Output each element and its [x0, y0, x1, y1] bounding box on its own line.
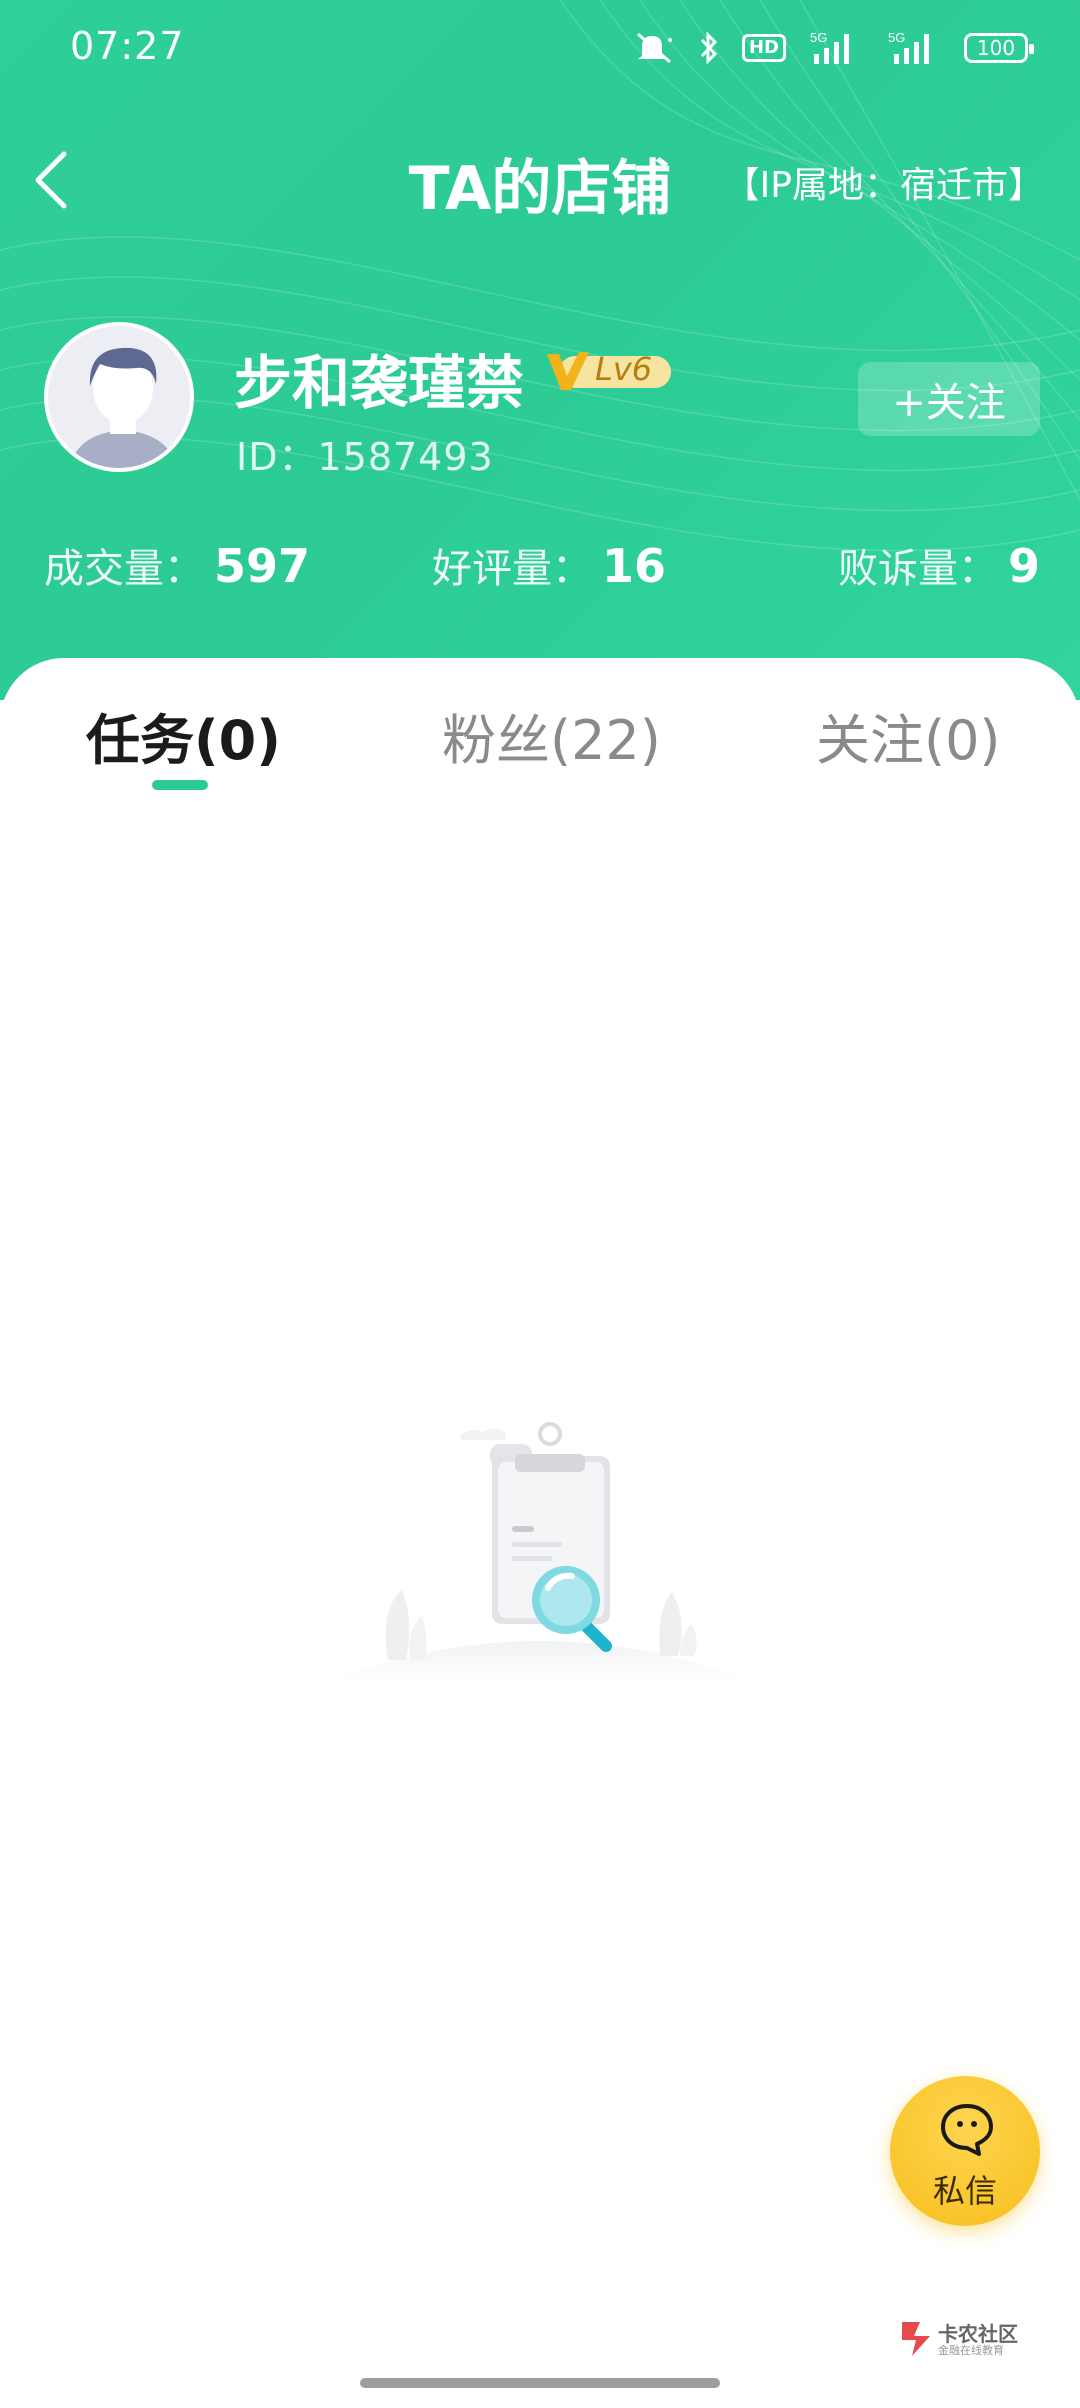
- user-id: ID：1587493: [236, 435, 494, 479]
- signal-5g-icon-2: 5G: [882, 30, 942, 66]
- follow-button[interactable]: +关注: [858, 362, 1040, 436]
- avatar[interactable]: [44, 322, 194, 472]
- level-label: Lv6: [595, 350, 653, 388]
- battery-icon: 100: [964, 33, 1034, 63]
- tab-fans[interactable]: 粉丝(22): [442, 696, 661, 775]
- status-icons: HD 5G 5G 100: [632, 28, 1034, 68]
- stat-lost-disputes-value: 9: [1007, 539, 1040, 593]
- home-indicator[interactable]: [360, 2378, 720, 2388]
- hd-voice-icon: HD: [741, 34, 786, 62]
- stat-lost-disputes: 败诉量： 9: [838, 536, 1040, 594]
- private-message-label: 私信: [932, 2172, 997, 2210]
- watermark-logo-icon: [902, 2322, 930, 2356]
- private-message-button[interactable]: 私信: [890, 2076, 1040, 2226]
- empty-state-illustration: [330, 1422, 750, 1682]
- stat-lost-disputes-label: 败诉量：: [837, 546, 998, 592]
- stat-deals: 成交量： 597: [44, 536, 310, 594]
- tab-following[interactable]: 关注(0): [816, 696, 1001, 775]
- ip-location: 【IP属地：宿迁市】: [723, 165, 1044, 206]
- status-time: 07:27: [70, 24, 185, 68]
- watermark-sub: 金融在线教育: [938, 2344, 1004, 2357]
- stat-good-reviews-value: 16: [602, 539, 667, 593]
- tab-tasks[interactable]: 任务(0): [86, 696, 281, 775]
- header-banner: 07:27 HD 5G 5G 100 TA的店铺 【IP属地：宿迁市】 步和袭瑾…: [0, 0, 1080, 700]
- user-name: 步和袭瑾禁: [234, 349, 525, 417]
- bluetooth-icon: [698, 30, 720, 66]
- signal-1-label: 5G: [810, 30, 827, 45]
- signal-5g-icon: 5G: [808, 30, 860, 66]
- watermark: 卡农社区 金融在线教育: [900, 2318, 1030, 2362]
- signal-2-label: 5G: [888, 30, 905, 45]
- tab-active-indicator: [152, 780, 208, 790]
- status-bar: 07:27 HD 5G 5G 100: [0, 0, 1080, 96]
- stat-good-reviews: 好评量： 16: [432, 536, 666, 594]
- chat-bubble-icon: [941, 2104, 993, 2156]
- stat-deals-label: 成交量：: [44, 546, 204, 592]
- mute-icon: [632, 30, 676, 66]
- stat-deals-value: 597: [214, 539, 311, 593]
- stat-good-reviews-label: 好评量：: [432, 546, 592, 592]
